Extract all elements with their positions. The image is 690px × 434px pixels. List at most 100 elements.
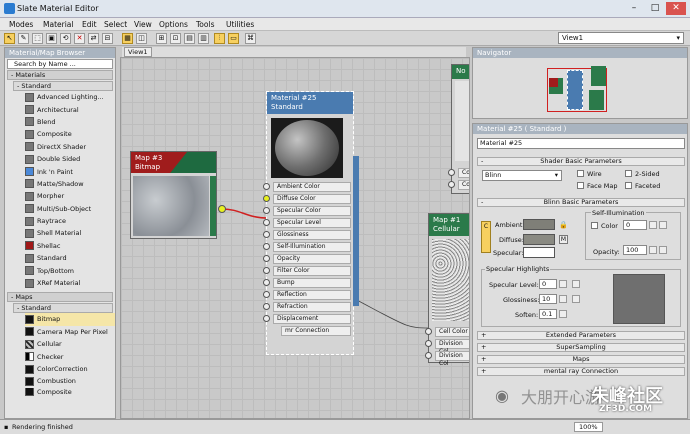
slot-color-2[interactable]: Co [448,179,469,190]
slot-cell-color[interactable]: Cell Color [425,326,469,337]
slot-opacity[interactable]: Opacity [263,253,351,264]
bitmap-node-header[interactable]: Map #3 Bitmap [131,152,216,173]
soften-value[interactable]: 0.1 [539,309,557,319]
material-node[interactable]: Material #25 Standard Ambient Color Diff… [263,91,359,355]
slot-division-color-2[interactable]: Division Col [425,350,469,367]
minimize-icon[interactable]: – [624,2,644,15]
list-item[interactable]: ColorCorrection [25,363,115,375]
soften-spinner[interactable] [559,310,567,318]
slot-displacement[interactable]: Displacement [263,313,351,324]
list-item[interactable]: Architectural [25,103,115,115]
cellular-node-header[interactable]: Map #1 Cellular [429,214,469,236]
zoom-level[interactable]: 100% [574,422,603,432]
list-item[interactable]: Top/Bottom [25,264,115,276]
slot-diffuse-color[interactable]: Diffuse Color [263,193,351,204]
menu-select[interactable]: Select [104,20,127,29]
slot-filter-color[interactable]: Filter Color [263,265,351,276]
list-item[interactable]: Bitmap [25,313,115,326]
slot-color-1[interactable]: Co [448,167,469,178]
list-item[interactable]: Camera Map Per Pixel [25,326,115,338]
list-item[interactable]: Checker [25,350,115,362]
list-item[interactable]: Blend [25,116,115,128]
group-materials-standard[interactable]: - Standard [13,81,113,91]
delete-icon[interactable]: ✕ [74,33,85,44]
rollout-extended-parameters[interactable]: + Extended Parameters [477,331,685,340]
view-select[interactable]: View1 ▾ [558,32,684,44]
rollout-supersampling[interactable]: + SuperSampling [477,343,685,352]
pick-material-icon[interactable]: ✎ [18,33,29,44]
slot-specular-level[interactable]: Specular Level [263,217,351,228]
self-illum-map-button[interactable] [659,221,667,229]
group-maps[interactable]: - Maps [7,292,113,303]
list-item[interactable]: Multi/Sub-Object [25,203,115,215]
menu-tools[interactable]: Tools [196,20,214,29]
reset-icon[interactable]: ⟲ [60,33,71,44]
parameter-editor-icon[interactable]: ▭ [228,33,239,44]
self-illum-color-checkbox[interactable] [591,222,598,229]
faceted-checkbox[interactable] [625,182,632,189]
diffuse-map-button[interactable]: M [559,235,568,244]
maximize-icon[interactable]: □ [645,2,665,15]
material-node-header[interactable]: Material #25 Standard [267,92,353,114]
specular-level-map-button[interactable] [572,280,580,288]
show-map-icon[interactable]: ▦ [122,33,133,44]
specular-level-value[interactable]: 0 [539,279,557,289]
glossiness-spinner[interactable] [559,295,567,303]
node-view[interactable]: Map #3 Bitmap Material #25 Standard Ambi… [120,57,470,419]
list-item[interactable]: Advanced Lighting... [25,91,115,103]
menu-options[interactable]: Options [159,20,188,29]
slot-glossiness[interactable]: Glossiness [263,229,351,240]
group-maps-standard[interactable]: - Standard [13,303,113,314]
slot-self-illumination[interactable]: Self-Illumination [263,241,351,252]
list-item[interactable]: Cellular [25,338,115,350]
menu-modes[interactable]: Modes [9,20,33,29]
bitmap-node[interactable]: Map #3 Bitmap [130,151,217,239]
layout-all-icon[interactable]: ⊞ [156,33,167,44]
slot-division-color-1[interactable]: Division Col [425,338,469,355]
self-illum-spinner[interactable] [649,221,657,229]
face-map-checkbox[interactable] [577,182,584,189]
specular-color-swatch[interactable] [523,247,555,258]
search-input[interactable]: Search by Name ... [7,59,113,69]
cellular-node[interactable]: Map #1 Cellular Cell Color Division Col … [425,213,469,367]
glossiness-map-button[interactable] [572,295,580,303]
slot-specular-color[interactable]: Specular Color [263,205,351,216]
layout-children-icon[interactable]: ⊡ [170,33,181,44]
shader-select[interactable]: Blinn ▾ [482,170,562,181]
specular-level-spinner[interactable] [559,280,567,288]
slot-bump[interactable]: Bump [263,277,351,288]
tab-view1[interactable]: View1 [124,47,152,57]
list-item[interactable]: Composite [25,387,115,396]
opacity-value[interactable]: 100 [623,245,647,255]
select-by-material-icon[interactable]: ⌘ [245,33,256,44]
wire-checkbox[interactable] [577,170,584,177]
noise-node[interactable]: No Co Co [448,64,469,194]
show-background-icon[interactable]: ◫ [136,33,147,44]
select-tool-icon[interactable]: ↖ [4,33,15,44]
list-item[interactable]: Combustion [25,375,115,387]
menu-view[interactable]: View [134,20,152,29]
assign-material-icon[interactable]: ▣ [46,33,57,44]
list-item[interactable]: Ink 'n Paint [25,165,115,177]
material-name-field[interactable]: Material #25 [477,138,685,149]
rollout-maps[interactable]: + Maps [477,355,685,364]
menu-material[interactable]: Material [43,20,73,29]
slot-reflection[interactable]: Reflection [263,289,351,300]
rollout-shader-basic[interactable]: - Shader Basic Parameters [477,157,685,166]
list-item[interactable]: Raytrace [25,215,115,227]
diffuse-color-swatch[interactable] [523,234,555,245]
hide-slots-icon[interactable]: ▤ [184,33,195,44]
list-item[interactable]: DirectX Shader [25,141,115,153]
two-sided-checkbox[interactable] [625,170,632,177]
rollout-blinn-basic[interactable]: - Blinn Basic Parameters [477,198,685,207]
list-item[interactable]: Double Sided [25,153,115,165]
open-parameter-editor-icon[interactable]: ▥ [198,33,209,44]
list-item[interactable]: XRef Material [25,277,115,289]
output-port[interactable] [218,205,226,213]
menu-utilities[interactable]: Utilities [226,20,254,29]
glossiness-value[interactable]: 10 [539,294,557,304]
slot-mr-connection[interactable]: mr Connection [281,325,351,336]
slot-refraction[interactable]: Refraction [263,301,351,312]
slot-ambient-color[interactable]: Ambient Color [263,181,351,192]
close-icon[interactable]: ✕ [666,2,686,15]
